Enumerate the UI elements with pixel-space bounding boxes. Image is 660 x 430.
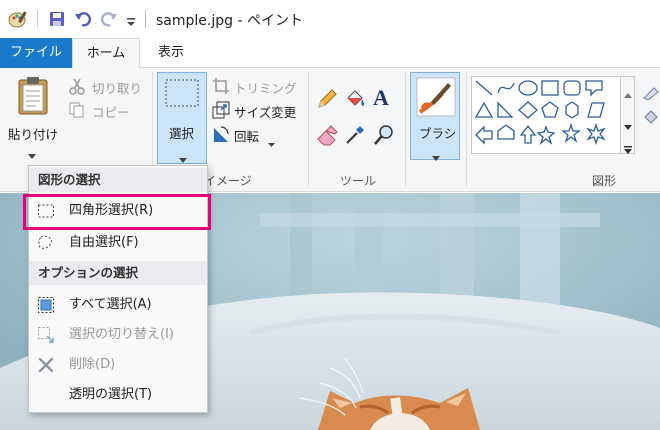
tab-home[interactable]: ホーム: [72, 38, 140, 69]
free-form-select-icon: [37, 234, 55, 252]
fill-bucket-icon[interactable]: [344, 88, 366, 110]
outline-icon[interactable]: [642, 82, 660, 101]
scissors-icon: [68, 77, 86, 95]
chevron-down-icon[interactable]: [624, 115, 632, 130]
menu-item-select-all[interactable]: すべて選択(A): [29, 290, 207, 319]
chevron-up-icon[interactable]: [624, 83, 632, 98]
resize-icon: [212, 101, 230, 119]
menu-section-header: オプションの選択: [29, 261, 207, 285]
pencil-icon[interactable]: [316, 88, 338, 110]
group-separator: [466, 72, 467, 186]
tab-file[interactable]: ファイル: [0, 38, 72, 68]
color-picker-icon[interactable]: [344, 124, 366, 146]
title-bar: sample.jpg - ペイント: [0, 0, 660, 38]
cut-label: 切り取り: [92, 81, 143, 96]
save-icon[interactable]: [48, 10, 66, 28]
crop-icon: [212, 77, 230, 95]
invert-selection-icon: [37, 326, 55, 344]
cut-button[interactable]: 切り取り: [68, 76, 148, 96]
crop-label: トリミング: [234, 81, 297, 96]
shapes-group-label: 図形: [592, 174, 617, 188]
resize-button[interactable]: サイズ変更: [212, 100, 307, 120]
shapes-scroll[interactable]: [621, 76, 635, 154]
group-separator: [405, 72, 406, 186]
rotate-button[interactable]: 回転: [212, 124, 307, 147]
crop-button[interactable]: トリミング: [212, 76, 307, 96]
magnifier-icon[interactable]: [373, 124, 395, 146]
rotate-label: 回転: [234, 129, 260, 144]
resize-label: サイズ変更: [234, 105, 297, 120]
window-title: sample.jpg - ペイント: [156, 13, 303, 29]
shapes-gallery[interactable]: [471, 76, 621, 154]
text-icon[interactable]: A: [373, 86, 395, 110]
delete-icon: [37, 356, 55, 374]
fill-icon[interactable]: [642, 108, 660, 126]
menu-item-label: 自由選択(F): [69, 235, 139, 250]
title-separator: [37, 10, 38, 28]
menu-item-label: 透明の選択(T): [69, 387, 153, 402]
menu-item-free-form-selection[interactable]: 自由選択(F): [29, 228, 207, 257]
chevron-down-icon: [28, 144, 36, 159]
select-label: 選択: [169, 126, 195, 141]
paste-button[interactable]: 貼り付け: [4, 72, 62, 159]
chevron-down-icon: [268, 132, 275, 147]
menu-item-label: 削除(D): [69, 357, 116, 372]
copy-icon: [68, 101, 86, 119]
redo-icon[interactable]: [100, 10, 118, 28]
rectangle-select-icon: [165, 79, 199, 107]
menu-item-invert-selection[interactable]: 選択の切り替え(I): [29, 320, 207, 349]
rotate-icon: [212, 125, 230, 143]
undo-icon[interactable]: [74, 10, 92, 28]
select-button[interactable]: 選択: [157, 72, 207, 164]
clipboard-icon: [16, 76, 50, 116]
tab-view[interactable]: 表示: [142, 38, 200, 68]
brush-icon: [416, 77, 456, 117]
customize-qat-icon[interactable]: [126, 13, 136, 26]
chevron-down-icon: [179, 148, 187, 163]
shapes-gallery-grid: [474, 80, 606, 146]
brush-button[interactable]: ブラシ: [410, 72, 460, 161]
select-all-icon: [37, 296, 55, 314]
tools-group-label: ツール: [340, 174, 377, 188]
select-dropdown-menu: 図形の選択 四角形選択(R) 自由選択(F) オプションの選択 すべて選択(A): [23, 165, 211, 413]
paint-app-icon[interactable]: [8, 9, 28, 29]
menu-item-label: 選択の切り替え(I): [69, 327, 174, 342]
menu-item-transparent-selection[interactable]: 透明の選択(T): [29, 380, 207, 409]
chevron-down-icon: [432, 146, 440, 161]
image-group-label: イメージ: [204, 174, 252, 188]
menu-item-label: すべて選択(A): [69, 297, 152, 312]
brush-label: ブラシ: [419, 126, 457, 141]
paste-label: 貼り付け: [8, 127, 59, 142]
copy-label: コピー: [92, 105, 130, 120]
expand-gallery-icon[interactable]: [624, 139, 632, 154]
eraser-icon[interactable]: [316, 124, 338, 146]
menu-item-delete[interactable]: 削除(D): [29, 350, 207, 379]
group-separator: [308, 72, 309, 186]
highlight-box: [23, 194, 211, 230]
ribbon-tab-bar: ファイル ホーム 表示: [0, 38, 660, 69]
copy-button[interactable]: コピー: [68, 100, 148, 120]
menu-section-header: 図形の選択: [29, 168, 207, 192]
title-separator: [145, 10, 146, 28]
